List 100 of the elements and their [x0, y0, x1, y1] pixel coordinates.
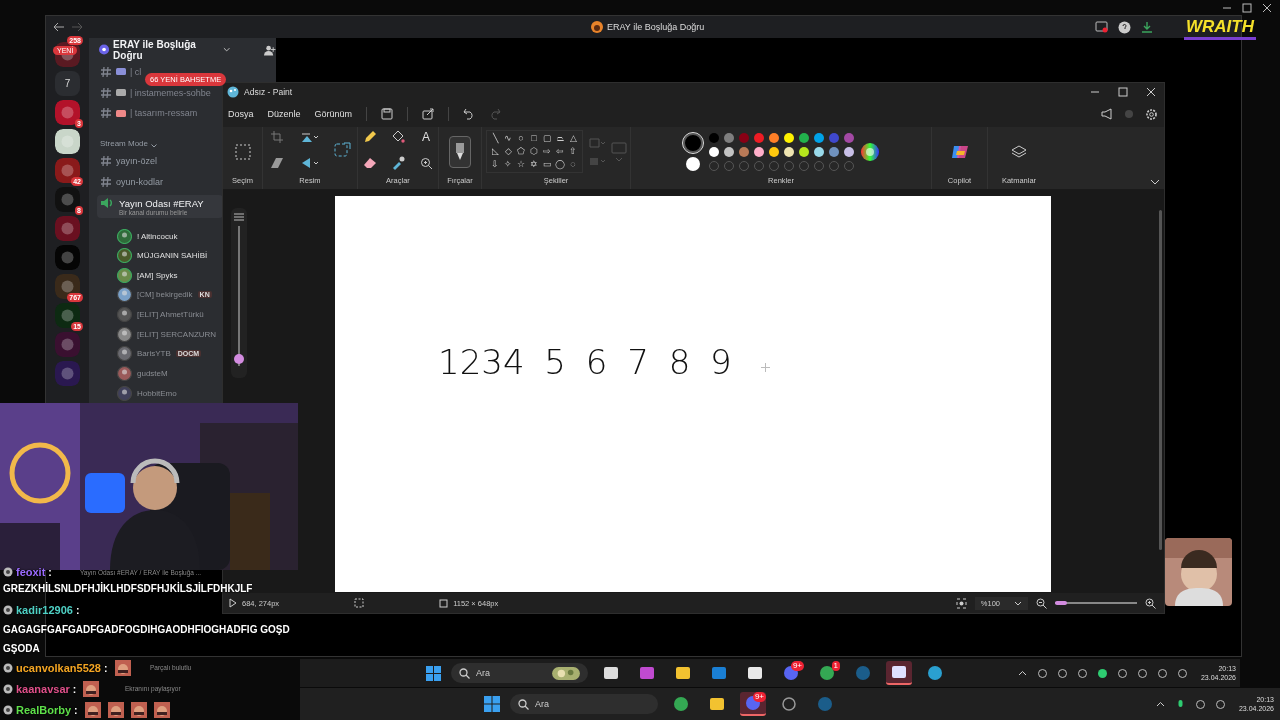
voice-member[interactable]: [ELIT] SERCANZURN	[117, 324, 217, 345]
shape-option[interactable]: ◺	[488, 145, 502, 158]
tray-icon[interactable]	[1056, 667, 1068, 679]
fit-icon[interactable]	[955, 597, 967, 609]
taskbar-app-icon[interactable]: 9+	[778, 661, 804, 685]
tray-icon[interactable]	[1036, 667, 1048, 679]
windows-start-icon[interactable]	[426, 665, 441, 681]
shape-option[interactable]: ✧	[501, 158, 515, 171]
menu-item[interactable]: Görünüm	[314, 107, 353, 121]
shape-option[interactable]: ▭	[540, 158, 554, 171]
crop-icon[interactable]	[271, 131, 283, 143]
voice-member[interactable]: HobbitEmo	[117, 383, 177, 403]
primary-color[interactable]	[682, 132, 703, 153]
close-icon[interactable]	[1262, 3, 1272, 13]
color-swatch[interactable]	[798, 132, 809, 143]
text-channel[interactable]: oyun-kodlar	[100, 171, 164, 193]
undo-icon[interactable]	[463, 108, 476, 120]
chevron-down-icon[interactable]	[1150, 179, 1160, 185]
rotate-icon[interactable]	[301, 131, 319, 143]
shape-option[interactable]: ╲	[488, 132, 502, 145]
tray-icon[interactable]	[1116, 667, 1128, 679]
color-swatch[interactable]	[708, 146, 719, 157]
chevron-down-icon[interactable]	[222, 46, 231, 53]
voice-member[interactable]: ! Altincocuk	[117, 226, 178, 246]
resize-icon[interactable]	[334, 141, 352, 159]
color-swatch[interactable]	[783, 132, 794, 143]
color-swatch[interactable]	[813, 132, 824, 143]
color-swatch[interactable]	[843, 146, 854, 157]
voice-member[interactable]: MÜJGANIN SAHİBİ	[117, 245, 208, 266]
taskbar-app-icon[interactable]	[886, 661, 912, 685]
taskbar-app-icon[interactable]: 9+	[740, 692, 766, 716]
close-icon[interactable]	[1146, 87, 1156, 97]
color-swatch[interactable]	[768, 146, 779, 157]
shape-option[interactable]: ◌	[566, 158, 580, 171]
megaphone-icon[interactable]	[1101, 108, 1113, 120]
slider-thumb[interactable]	[234, 354, 244, 364]
menu-item[interactable]: Dosya	[228, 107, 254, 121]
secondary-color[interactable]	[685, 156, 700, 171]
shape-option[interactable]: □	[527, 132, 541, 145]
color-swatch[interactable]	[843, 132, 854, 143]
color-swatch[interactable]	[828, 146, 839, 157]
tray-icon[interactable]	[1136, 667, 1148, 679]
color-swatch[interactable]	[783, 146, 794, 157]
settings-icon[interactable]	[1145, 107, 1158, 121]
share-icon[interactable]	[422, 108, 435, 120]
server-icon[interactable]	[55, 129, 80, 154]
color-swatch[interactable]	[753, 146, 764, 157]
invite-icon[interactable]	[264, 43, 276, 56]
scrollbar[interactable]	[1159, 210, 1162, 550]
color-swatch[interactable]	[828, 132, 839, 143]
color-swatch[interactable]	[738, 132, 749, 143]
shape-option[interactable]: ⬡	[527, 145, 541, 158]
download-icon[interactable]	[1141, 21, 1153, 33]
shape-option[interactable]: △	[566, 132, 580, 145]
category-label[interactable]: Stream Mode	[100, 123, 158, 151]
server-icon[interactable]	[55, 274, 80, 299]
fill-bucket-icon[interactable]	[391, 130, 405, 144]
shape-option[interactable]: ☆	[514, 158, 528, 171]
drawing-canvas[interactable]: 1234 5 6 7 8 9	[335, 196, 1051, 592]
server-icon[interactable]	[55, 158, 80, 183]
color-swatch[interactable]	[813, 146, 824, 157]
layers-icon[interactable]	[1011, 143, 1027, 160]
server-icon[interactable]	[55, 303, 80, 328]
eraser-icon[interactable]	[363, 157, 377, 169]
shape-option[interactable]: ⇦	[553, 145, 567, 158]
tray-icon[interactable]	[1076, 667, 1088, 679]
zoom-in-icon[interactable]	[1145, 597, 1156, 609]
shape-option[interactable]: ∿	[501, 132, 515, 145]
pencil-icon[interactable]	[363, 130, 377, 144]
selection-icon[interactable]	[234, 143, 251, 160]
shape-option[interactable]: ⇧	[566, 145, 580, 158]
maximize-icon[interactable]	[1118, 87, 1128, 97]
color-swatch[interactable]	[738, 146, 749, 157]
server-folder[interactable]: 7	[55, 71, 80, 96]
search-field[interactable]: Ara	[451, 663, 588, 683]
help-icon[interactable]	[1118, 20, 1131, 34]
color-swatch[interactable]	[798, 146, 809, 157]
windows-start-icon[interactable]	[484, 696, 500, 712]
shape-option[interactable]: ⇩	[488, 158, 502, 171]
tray-icon[interactable]	[1194, 698, 1206, 710]
text-channel[interactable]: | tasarım-ressam	[100, 102, 198, 124]
server-name[interactable]: ERAY ile Boşluğa Doğru	[113, 38, 219, 61]
shape-option[interactable]: ✡	[527, 158, 541, 171]
shape-option[interactable]: ⬠	[514, 145, 528, 158]
voice-member[interactable]: gudsteM	[117, 363, 168, 384]
taskbar-app-icon[interactable]: 1	[814, 661, 840, 685]
screen-share-icon[interactable]	[1095, 21, 1108, 33]
color-swatch[interactable]	[723, 146, 734, 157]
tray-icon[interactable]	[1214, 698, 1226, 710]
image-effects-icon[interactable]	[270, 157, 284, 169]
back-arrow-icon[interactable]	[53, 22, 65, 32]
text-channel[interactable]: | cl	[100, 61, 142, 83]
color-swatch[interactable]	[753, 132, 764, 143]
tray-icon[interactable]	[1176, 667, 1188, 679]
shape-option[interactable]: ⇨	[540, 145, 554, 158]
color-swatch[interactable]	[708, 132, 719, 143]
brush-size-slider[interactable]	[231, 208, 247, 378]
color-swatch[interactable]	[768, 132, 779, 143]
voice-member[interactable]: [AM] Spyks	[117, 265, 178, 286]
tray-icon[interactable]	[1096, 667, 1108, 679]
